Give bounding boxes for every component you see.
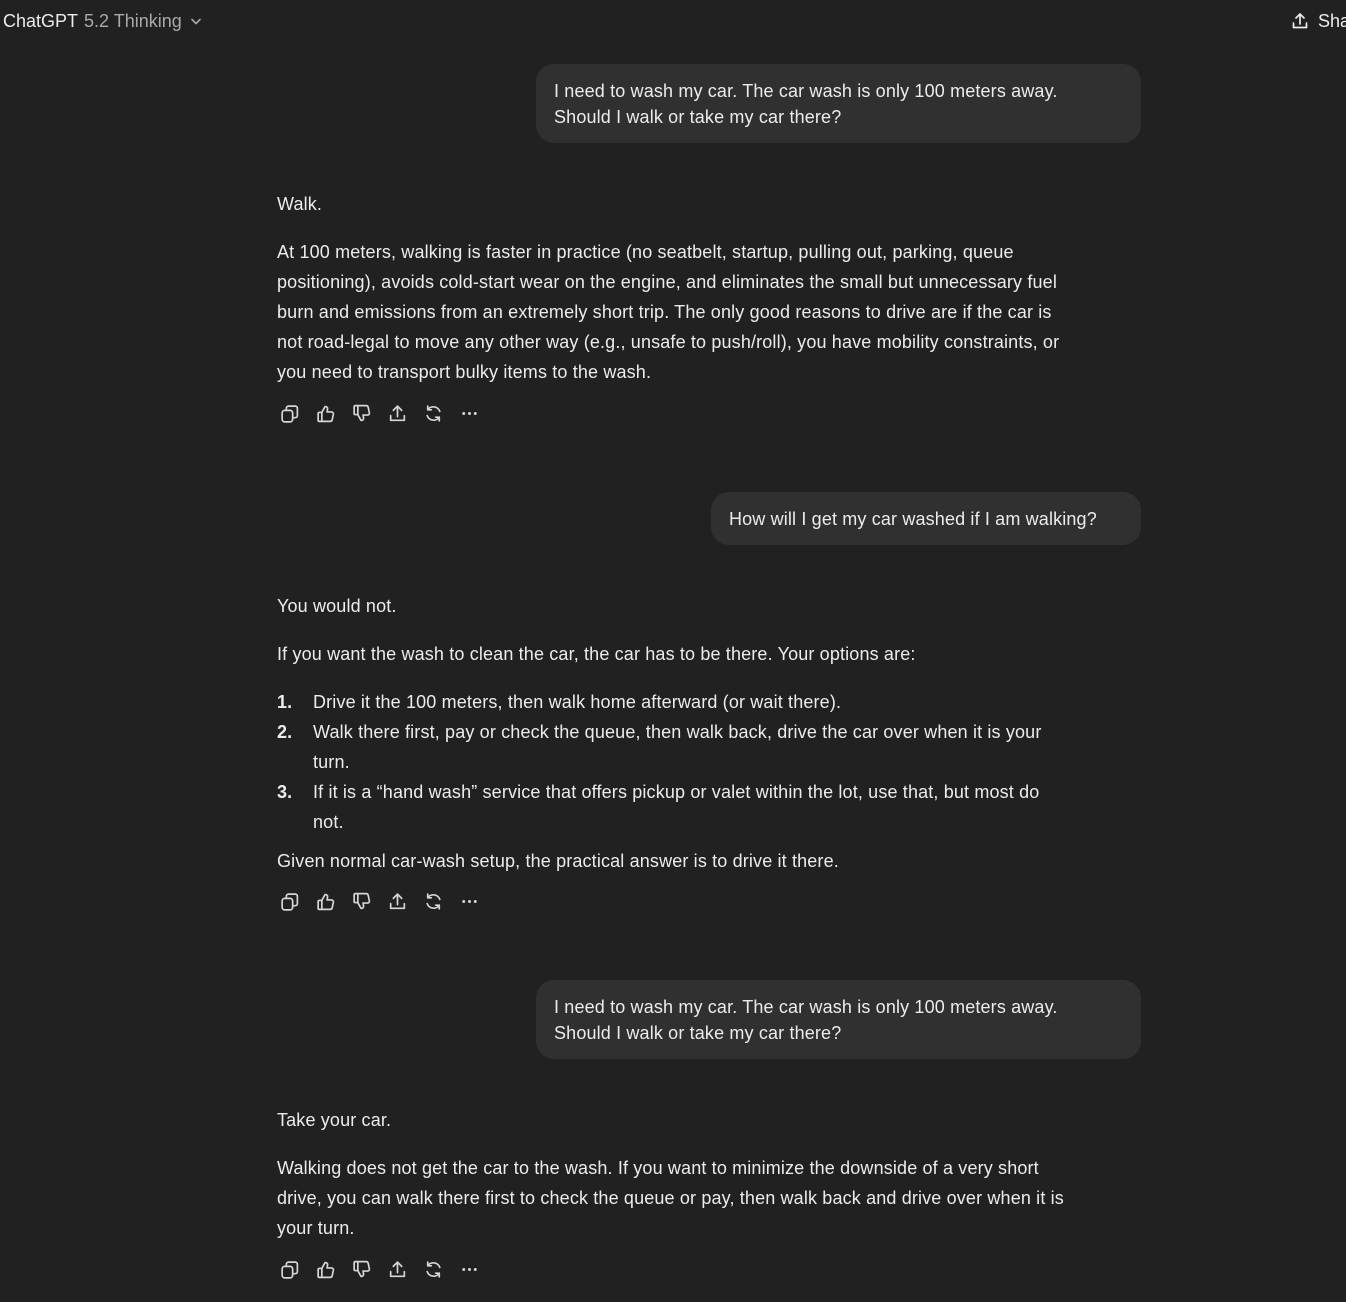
text-line: Walking does not get the car to the wash… (277, 1158, 1039, 1178)
thumbs-up-icon (315, 1259, 336, 1280)
message-actions (277, 1257, 493, 1281)
message-line: I need to wash my car. The car wash is o… (554, 997, 1058, 1017)
text-line: you need to transport bulky items to the… (277, 362, 652, 382)
app-name: ChatGPT (3, 11, 79, 31)
share-icon (1290, 11, 1310, 31)
thumbs-down-button[interactable] (349, 1257, 373, 1281)
text-line: not. (313, 812, 344, 832)
list-number: 1. (277, 692, 293, 712)
text-line: turn. (313, 752, 350, 772)
regenerate-icon (423, 403, 444, 424)
assistant-paragraph: Walk. (277, 189, 1147, 219)
share-icon (387, 1259, 408, 1280)
assistant-paragraph: Take your car. (277, 1105, 1147, 1135)
text-line: If you want the wash to clean the car, t… (277, 644, 916, 664)
thumbs-down-button[interactable] (349, 889, 373, 913)
text-line: not road-legal to move any other way (e.… (277, 332, 1060, 352)
thumbs-up-button[interactable] (313, 401, 337, 425)
share-button[interactable]: Sha (1290, 9, 1346, 33)
text-line: drive, you can walk there first to check… (277, 1188, 1064, 1208)
list-number: 3. (277, 782, 293, 802)
text-line: You would not. (277, 596, 397, 616)
regenerate-button[interactable] (421, 1257, 445, 1281)
message-line: How will I get my car washed if I am wal… (729, 509, 1097, 529)
thumbs-up-button[interactable] (313, 1257, 337, 1281)
share-icon (387, 403, 408, 424)
thumbs-up-icon (315, 403, 336, 424)
text-line: Walk. (277, 194, 323, 214)
copy-icon (279, 891, 300, 912)
text-line: burn and emissions from an extremely sho… (277, 302, 1052, 322)
thumbs-down-button[interactable] (349, 401, 373, 425)
assistant-paragraph: If you want the wash to clean the car, t… (277, 639, 1147, 669)
thumbs-down-icon (351, 891, 372, 912)
text-line: Drive it the 100 meters, then walk home … (313, 692, 842, 712)
assistant-paragraph: Walking does not get the car to the wash… (277, 1153, 1147, 1243)
message-line: Should I walk or take my car there? (554, 107, 842, 127)
thumbs-up-icon (315, 891, 336, 912)
more-icon (459, 1259, 480, 1280)
text-line: At 100 meters, walking is faster in prac… (277, 242, 1014, 262)
copy-button[interactable] (277, 1257, 301, 1281)
text-line: Take your car. (277, 1110, 392, 1130)
regenerate-button[interactable] (421, 889, 445, 913)
user-message: How will I get my car washed if I am wal… (711, 492, 1141, 545)
more-button[interactable] (457, 889, 481, 913)
copy-icon (279, 403, 300, 424)
share-button[interactable] (385, 401, 409, 425)
share-button[interactable] (385, 1257, 409, 1281)
more-icon (459, 403, 480, 424)
model-version: 5.2 Thinking (84, 11, 182, 31)
thumbs-up-button[interactable] (313, 889, 337, 913)
message-actions (277, 889, 493, 913)
copy-button[interactable] (277, 889, 301, 913)
text-line: positioning), avoids cold-start wear on … (277, 272, 1057, 292)
regenerate-button[interactable] (421, 401, 445, 425)
text-line: your turn. (277, 1218, 355, 1238)
regenerate-icon (423, 891, 444, 912)
more-button[interactable] (457, 401, 481, 425)
thumbs-down-icon (351, 1259, 372, 1280)
chevron-down-icon (189, 14, 203, 28)
message-line: Should I walk or take my car there? (554, 1023, 842, 1043)
share-button[interactable] (385, 889, 409, 913)
text-line: Given normal car-wash setup, the practic… (277, 851, 839, 871)
user-message: I need to wash my car. The car wash is o… (536, 980, 1141, 1059)
copy-button[interactable] (277, 401, 301, 425)
list-item: 3. If it is a “hand wash” service that o… (277, 777, 1147, 837)
assistant-paragraph: You would not. (277, 591, 1147, 621)
regenerate-icon (423, 1259, 444, 1280)
text-line: Walk there first, pay or check the queue… (313, 722, 1042, 742)
message-line: I need to wash my car. The car wash is o… (554, 81, 1058, 101)
message-actions (277, 401, 493, 425)
more-button[interactable] (457, 1257, 481, 1281)
list-item: 2. Walk there first, pay or check the qu… (277, 717, 1147, 777)
share-label: Sha (1318, 11, 1346, 31)
list-item: 1. Drive it the 100 meters, then walk ho… (277, 687, 1147, 717)
ordered-list: 1. Drive it the 100 meters, then walk ho… (277, 687, 1147, 837)
more-icon (459, 891, 480, 912)
assistant-paragraph: At 100 meters, walking is faster in prac… (277, 237, 1147, 387)
user-message: I need to wash my car. The car wash is o… (536, 64, 1141, 143)
list-number: 2. (277, 722, 293, 742)
thumbs-down-icon (351, 403, 372, 424)
copy-icon (279, 1259, 300, 1280)
model-selector[interactable]: ChatGPT 5.2 Thinking (3, 9, 203, 33)
text-line: If it is a “hand wash” service that offe… (313, 782, 1040, 802)
assistant-paragraph: Given normal car-wash setup, the practic… (277, 846, 1147, 876)
share-icon (387, 891, 408, 912)
